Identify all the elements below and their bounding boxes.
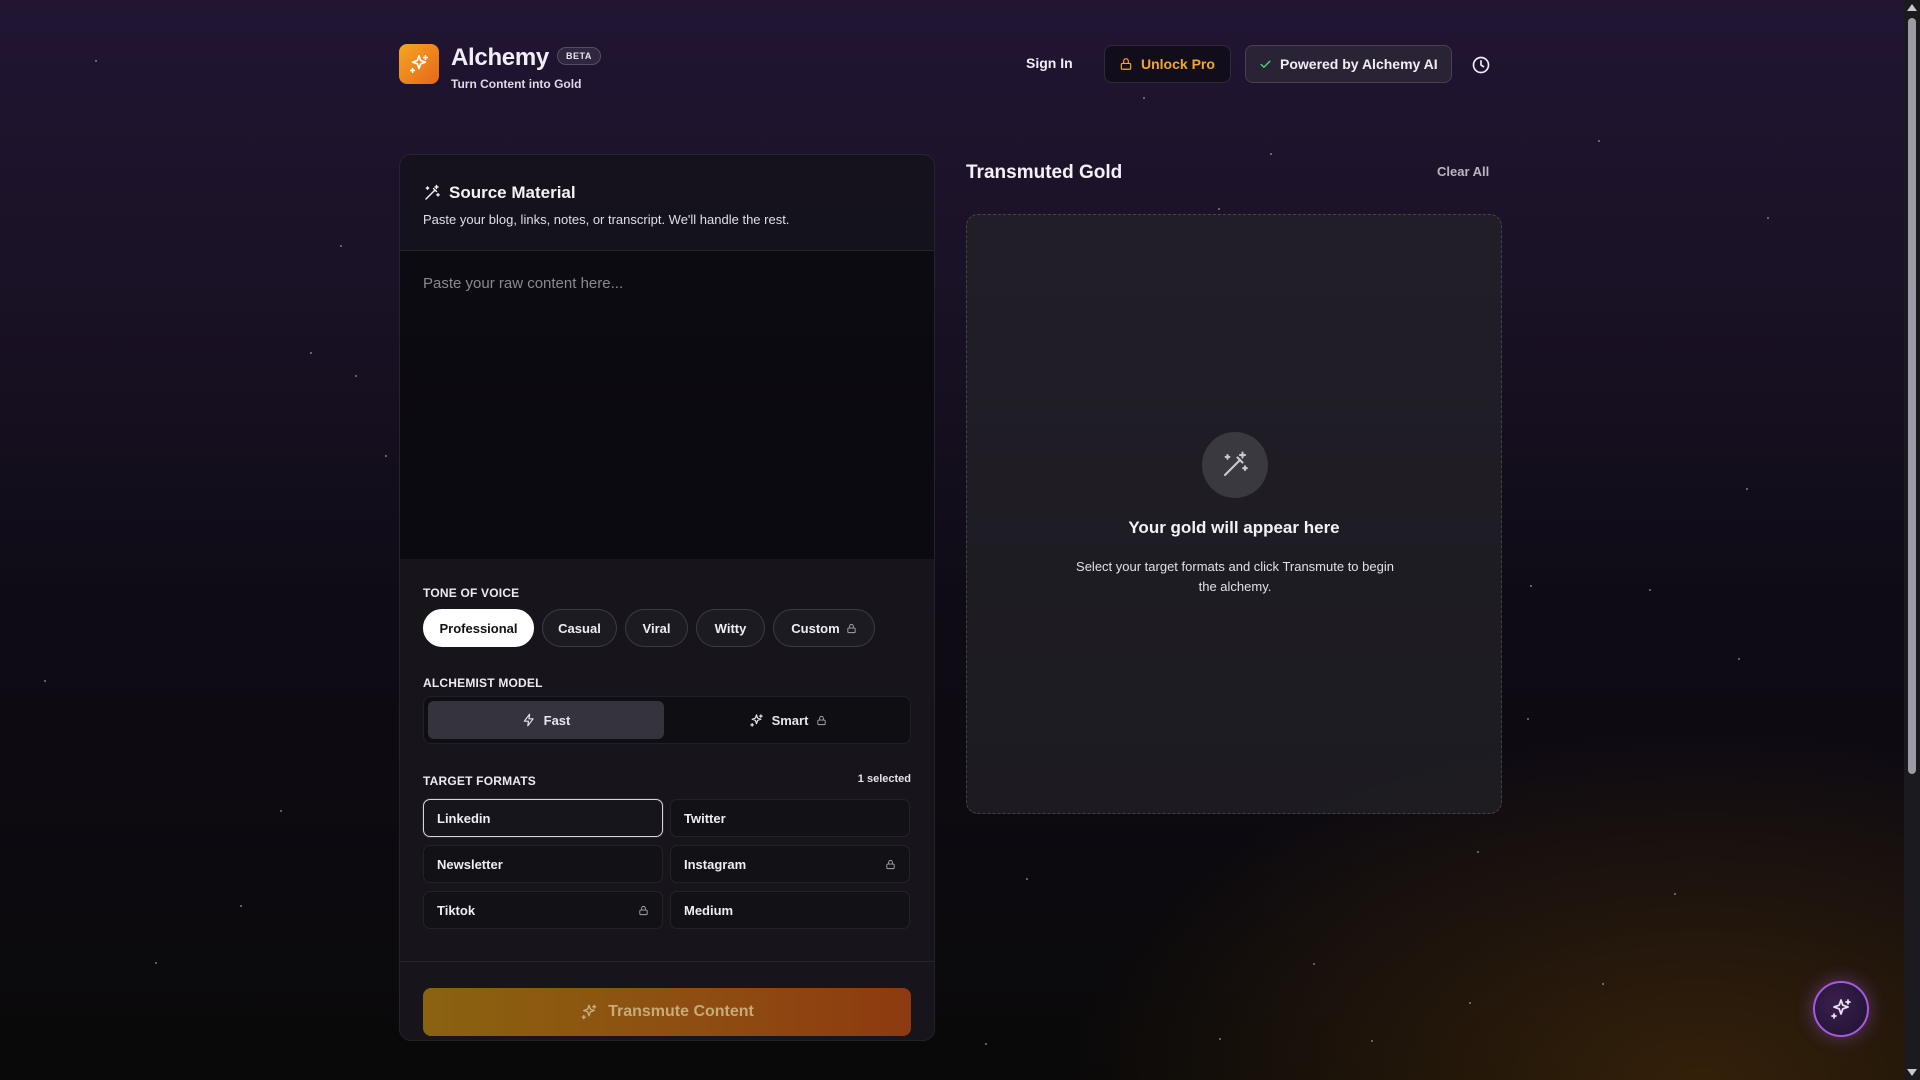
powered-by-badge: Powered by Alchemy AI (1245, 45, 1452, 83)
transmute-content-label: Transmute Content (608, 1003, 754, 1020)
lock-icon (639, 905, 648, 915)
tone-viral[interactable]: Viral (625, 609, 688, 647)
format-medium[interactable]: Medium (670, 891, 910, 929)
content-input-area (400, 251, 934, 559)
scroll-down-arrow[interactable] (1907, 1069, 1917, 1076)
transmute-controls: TONE OF VOICE Professional Casual Viral … (400, 559, 934, 1040)
controls-divider (400, 961, 934, 962)
tone-casual-label: Casual (558, 620, 601, 636)
tone-professional-label: Professional (439, 620, 518, 636)
brand-tagline: Turn Content into Gold (451, 77, 582, 91)
unlock-pro-button[interactable]: Unlock Pro (1104, 45, 1231, 83)
format-tiktok-label: Tiktok (437, 902, 476, 918)
format-twitter-label: Twitter (684, 810, 726, 826)
target-formats-label: TARGET FORMATS (423, 774, 537, 788)
tone-options: Professional Casual Viral Witty Custom (400, 609, 934, 647)
lock-icon (886, 859, 895, 869)
clock-icon (1472, 56, 1490, 74)
page-scrollbar[interactable] (1904, 0, 1920, 1080)
raw-content-input[interactable] (400, 251, 934, 559)
sparkles-icon (581, 1004, 597, 1020)
app-header: Alchemy BETA Turn Content into Gold Sign… (399, 44, 1499, 91)
source-title: Source Material (449, 183, 576, 202)
tone-viral-label: Viral (642, 620, 671, 636)
sparkles-icon (1831, 999, 1851, 1019)
empty-state-icon-circle (1202, 432, 1268, 498)
magic-wand-icon (425, 184, 440, 200)
lock-icon (817, 715, 827, 725)
lock-icon (1120, 58, 1132, 70)
format-tiktok[interactable]: Tiktok (423, 891, 663, 929)
app-logo[interactable] (399, 44, 439, 84)
source-panel: Source Material Paste your blog, links, … (399, 154, 935, 1041)
empty-state-title: Your gold will appear here (1128, 518, 1340, 537)
model-smart[interactable]: Smart (670, 701, 906, 739)
output-title: Transmuted Gold (966, 162, 1123, 183)
lock-icon (847, 623, 856, 633)
model-fast-label: Fast (543, 712, 571, 728)
model-smart-label: Smart (771, 712, 809, 728)
tone-custom[interactable]: Custom (773, 609, 875, 647)
format-twitter[interactable]: Twitter (670, 799, 910, 837)
empty-state-subtitle: Select your target formats and click Tra… (1076, 559, 1394, 594)
output-empty-state: Your gold will appear here Select your t… (966, 214, 1502, 814)
model-fast[interactable]: Fast (428, 701, 664, 739)
brand-name: Alchemy (451, 44, 549, 71)
beta-badge: BETA (557, 47, 601, 65)
source-subtitle: Paste your blog, links, notes, or transc… (423, 212, 790, 227)
model-selector: Fast Smart (423, 696, 911, 744)
scroll-up-arrow[interactable] (1907, 4, 1917, 11)
lightning-icon (523, 713, 534, 727)
tone-witty-label: Witty (714, 620, 747, 636)
tone-of-voice-label: TONE OF VOICE (423, 586, 520, 600)
sparkles-icon (749, 713, 763, 727)
format-newsletter[interactable]: Newsletter (423, 845, 663, 883)
tone-casual[interactable]: Casual (542, 609, 617, 647)
format-linkedin-label: Linkedin (437, 810, 491, 826)
format-linkedin[interactable]: Linkedin (423, 799, 663, 837)
scroll-thumb[interactable] (1908, 18, 1916, 774)
source-panel-header: Source Material Paste your blog, links, … (400, 155, 934, 251)
clear-all-button[interactable]: Clear All (1437, 164, 1489, 179)
check-icon (1260, 60, 1271, 68)
history-button[interactable] (1470, 54, 1492, 76)
alchemist-model-label: ALCHEMIST MODEL (423, 676, 543, 690)
tone-custom-label: Custom (791, 620, 840, 636)
unlock-pro-label: Unlock Pro (1141, 56, 1215, 72)
format-medium-label: Medium (684, 902, 734, 918)
powered-by-label: Powered by Alchemy AI (1280, 56, 1438, 72)
tone-witty[interactable]: Witty (696, 609, 765, 647)
sparkles-icon (409, 54, 429, 74)
format-instagram[interactable]: Instagram (670, 845, 910, 883)
format-newsletter-label: Newsletter (437, 856, 503, 872)
ai-assistant-button[interactable] (1813, 981, 1869, 1037)
tone-professional[interactable]: Professional (423, 609, 534, 647)
source-title-row: Source Material (423, 183, 911, 203)
format-instagram-label: Instagram (684, 856, 747, 872)
sign-in-link[interactable]: Sign In (1026, 55, 1073, 71)
formats-selected-count: 1 selected (857, 773, 911, 785)
transmute-content-button[interactable]: Transmute Content (423, 988, 911, 1036)
magic-wand-icon (1223, 451, 1248, 477)
